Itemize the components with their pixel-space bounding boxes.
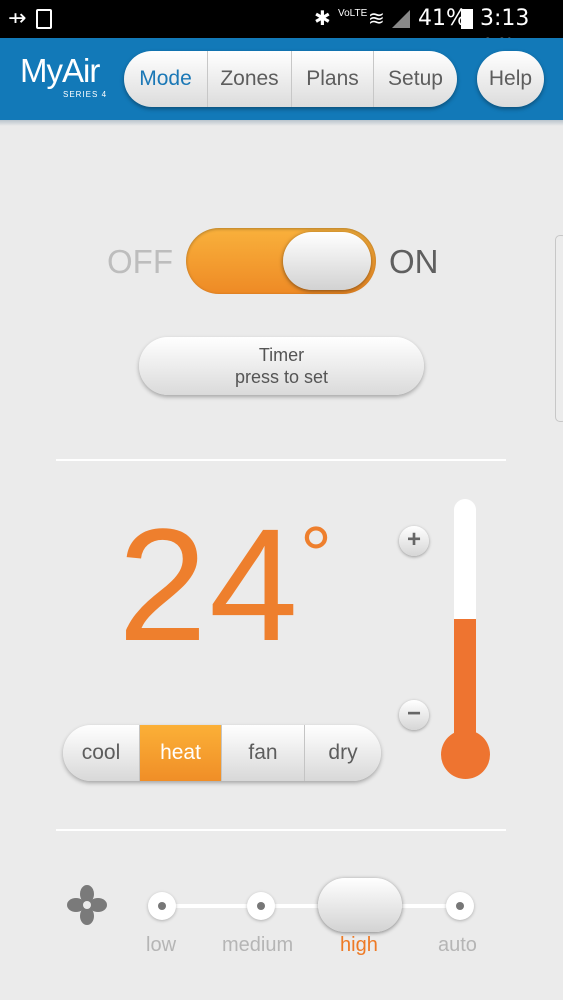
tab-plans[interactable]: Plans bbox=[292, 51, 374, 107]
fan-speed-knob[interactable] bbox=[318, 878, 402, 932]
help-button[interactable]: Help bbox=[477, 51, 544, 107]
divider bbox=[56, 829, 506, 831]
tab-mode[interactable]: Mode bbox=[124, 51, 208, 107]
volte-icon: VoLTE bbox=[338, 8, 368, 19]
timer-title: Timer bbox=[258, 345, 305, 365]
wifi-icon: ≋ bbox=[368, 6, 385, 30]
timer-subtitle: press to set bbox=[234, 367, 329, 387]
mode-heat-button[interactable]: heat bbox=[140, 725, 222, 781]
fan-label-auto[interactable]: auto bbox=[438, 934, 477, 957]
temperature-display: 24° bbox=[118, 505, 334, 665]
header-shadow bbox=[0, 120, 563, 126]
tab-setup[interactable]: Setup bbox=[374, 51, 457, 107]
status-bar: ⇸ ✱ VoLTE ≋ 41% 3:13 pm bbox=[0, 0, 563, 56]
fan-speed-medium-stop[interactable] bbox=[247, 892, 275, 920]
battery-level: 41% bbox=[418, 6, 467, 31]
off-label: OFF bbox=[107, 243, 173, 280]
temperature-value: 24 bbox=[118, 495, 300, 674]
scroll-indicator[interactable] bbox=[555, 235, 563, 422]
thermometer-bulb bbox=[441, 730, 490, 779]
mode-selector: cool heat fan dry bbox=[63, 725, 381, 781]
fan-label-high[interactable]: high bbox=[340, 934, 378, 957]
fan-speed-auto-stop[interactable] bbox=[446, 892, 474, 920]
tab-zones[interactable]: Zones bbox=[208, 51, 292, 107]
temp-increase-button[interactable]: + bbox=[399, 526, 429, 556]
divider bbox=[56, 459, 506, 461]
main-nav: Mode Zones Plans Setup bbox=[124, 51, 457, 107]
thermometer-tube[interactable] bbox=[454, 499, 476, 749]
timer-button[interactable]: Timer press to set bbox=[139, 337, 424, 395]
fan-label-medium[interactable]: medium bbox=[222, 934, 293, 957]
bluetooth-icon: ✱ bbox=[314, 6, 331, 30]
fan-icon bbox=[67, 885, 107, 925]
degree-symbol: ° bbox=[299, 510, 334, 599]
mode-cool-button[interactable]: cool bbox=[63, 725, 140, 781]
phone-clock-icon bbox=[36, 9, 52, 29]
fan-speed-track[interactable] bbox=[160, 904, 460, 908]
mode-dry-button[interactable]: dry bbox=[305, 725, 381, 781]
on-label: ON bbox=[389, 243, 439, 280]
battery-icon bbox=[461, 9, 473, 29]
temp-decrease-button[interactable]: − bbox=[399, 700, 429, 730]
fan-speed-low-stop[interactable] bbox=[148, 892, 176, 920]
call-forward-icon: ⇸ bbox=[8, 6, 27, 31]
fan-label-low[interactable]: low bbox=[146, 934, 176, 957]
signal-icon bbox=[392, 10, 410, 28]
logo-series: SERIES 4 bbox=[63, 90, 108, 99]
myair-logo: MyAir bbox=[20, 52, 100, 89]
power-switch-knob[interactable] bbox=[283, 232, 371, 290]
mode-fan-button[interactable]: fan bbox=[222, 725, 305, 781]
